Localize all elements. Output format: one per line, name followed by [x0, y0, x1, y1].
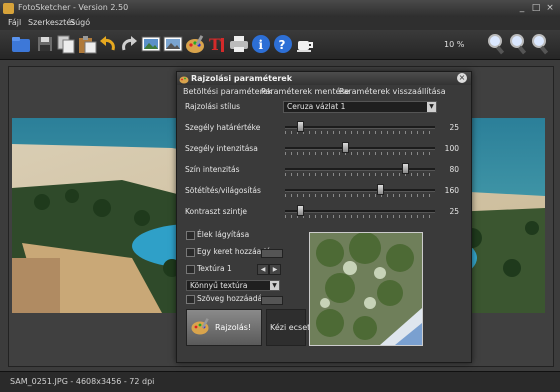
slider-label: Szín intenzitás: [185, 165, 240, 174]
svg-text:?: ?: [279, 38, 286, 52]
palette-icon: [179, 76, 189, 84]
drawing-style-value: Ceruza vázlat 1: [287, 102, 346, 111]
preview-image: [309, 232, 423, 346]
chevron-down-icon[interactable]: ▼: [270, 281, 279, 290]
slider-track[interactable]: [285, 168, 435, 171]
menu-edit[interactable]: Szerkesztés: [28, 18, 75, 27]
save-parameters-menu[interactable]: Paraméterek mentése: [261, 87, 349, 96]
menu-help[interactable]: Súgó: [70, 18, 90, 27]
undo-icon[interactable]: [97, 33, 119, 55]
slider-label: Kontraszt szintje: [185, 207, 247, 216]
svg-text:T: T: [209, 35, 221, 54]
texture-label: Textúra 1: [197, 264, 232, 273]
redo-icon[interactable]: [118, 33, 140, 55]
load-parameters-menu[interactable]: Betöltési paraméterek: [183, 87, 272, 96]
slider-label: Szegély intenzitása: [185, 144, 258, 153]
slider-ticks: [285, 131, 435, 134]
slider-ticks: [285, 152, 435, 155]
manual-brush-button[interactable]: Kézi ecset: [266, 309, 310, 346]
texture-prev-icon[interactable]: ◀: [257, 264, 269, 275]
add-text-checkbox[interactable]: [186, 295, 195, 304]
status-text: SAM_0251.JPG - 4608x3456 - 72 dpi: [10, 377, 155, 386]
slider-thumb[interactable]: [342, 142, 349, 153]
print-icon[interactable]: [228, 33, 250, 55]
palette-icon: [191, 318, 209, 335]
smooth-edges-label: Élek lágyítása: [197, 230, 250, 239]
zoom-level: 10 %: [444, 40, 465, 49]
texture-checkbox[interactable]: [186, 265, 195, 274]
menu-bar: Fájl Szerkesztés Súgó: [0, 17, 560, 30]
original-image-icon[interactable]: [140, 33, 162, 55]
maximize-button[interactable]: □: [530, 3, 542, 13]
save-icon[interactable]: [34, 33, 56, 55]
drawing-style-label: Rajzolási stílus: [185, 102, 240, 111]
drawing-style-select[interactable]: Ceruza vázlat 1 ▼: [283, 101, 437, 113]
dialog-title-bar[interactable]: Rajzolási paraméterek ×: [177, 72, 471, 85]
drawing-parameters-dialog: Rajzolási paraméterek × Betöltési paramé…: [176, 71, 472, 363]
texture-value: Könnyű textúra: [190, 281, 248, 290]
zoom-out-icon[interactable]: [530, 33, 552, 55]
slider-value: 100: [444, 144, 459, 153]
manual-brush-label: Kézi ecset: [270, 323, 311, 332]
palette-icon[interactable]: [184, 33, 206, 55]
slider-value: 80: [449, 165, 459, 174]
render-label: Rajzolás!: [215, 323, 252, 332]
dialog-close-icon[interactable]: ×: [457, 73, 467, 83]
slider-thumb[interactable]: [376, 184, 384, 195]
menu-file[interactable]: Fájl: [8, 18, 21, 27]
reset-parameters-menu[interactable]: Paraméterek visszaállítása: [339, 87, 446, 96]
toolbar: T i ?: [0, 30, 560, 60]
result-image-icon[interactable]: [162, 33, 184, 55]
title-bar: FotoSketcher - Version 2.50 _ □ ×: [0, 0, 560, 17]
status-bar: SAM_0251.JPG - 4608x3456 - 72 dpi: [0, 371, 560, 392]
coffee-icon[interactable]: [294, 33, 316, 55]
help-icon[interactable]: ?: [272, 33, 294, 55]
add-text-label: Szöveg hozzáadása: [197, 294, 271, 303]
slider-ticks: [285, 215, 435, 218]
slider-value: 160: [444, 186, 459, 195]
render-button[interactable]: Rajzolás!: [186, 309, 262, 346]
window-title: FotoSketcher - Version 2.50: [18, 3, 129, 12]
slider-thumb[interactable]: [297, 121, 304, 132]
add-frame-checkbox[interactable]: [186, 248, 195, 257]
open-folder-icon[interactable]: [10, 33, 32, 55]
frame-options-button[interactable]: [261, 249, 283, 258]
app-logo-icon: [3, 3, 14, 14]
slider-thumb[interactable]: [297, 205, 304, 216]
paste-icon[interactable]: [76, 33, 98, 55]
info-icon[interactable]: i: [250, 33, 272, 55]
slider-track[interactable]: [285, 189, 435, 192]
slider-ticks: [285, 173, 435, 176]
minimize-button[interactable]: _: [516, 3, 528, 13]
copy-icon[interactable]: [55, 33, 77, 55]
text-options-button[interactable]: [261, 296, 283, 305]
slider-ticks: [285, 194, 435, 197]
svg-text:i: i: [259, 38, 264, 52]
slider-thumb[interactable]: [402, 163, 409, 174]
dialog-title: Rajzolási paraméterek: [191, 74, 293, 83]
texture-select[interactable]: Könnyű textúra ▼: [186, 280, 280, 291]
slider-track[interactable]: [285, 126, 435, 129]
slider-label: Sötétítés/világosítás: [185, 186, 261, 195]
close-button[interactable]: ×: [544, 3, 556, 13]
chevron-down-icon[interactable]: ▼: [427, 102, 436, 112]
zoom-fit-icon[interactable]: [508, 33, 530, 55]
zoom-in-icon[interactable]: [486, 33, 508, 55]
slider-label: Szegély határértéke: [185, 123, 261, 132]
slider-value: 25: [449, 123, 459, 132]
slider-value: 25: [449, 207, 459, 216]
texture-next-icon[interactable]: ▶: [269, 264, 281, 275]
slider-track[interactable]: [285, 147, 435, 150]
slider-track[interactable]: [285, 210, 435, 213]
smooth-edges-checkbox[interactable]: [186, 231, 195, 240]
text-tool-icon[interactable]: T: [206, 33, 228, 55]
